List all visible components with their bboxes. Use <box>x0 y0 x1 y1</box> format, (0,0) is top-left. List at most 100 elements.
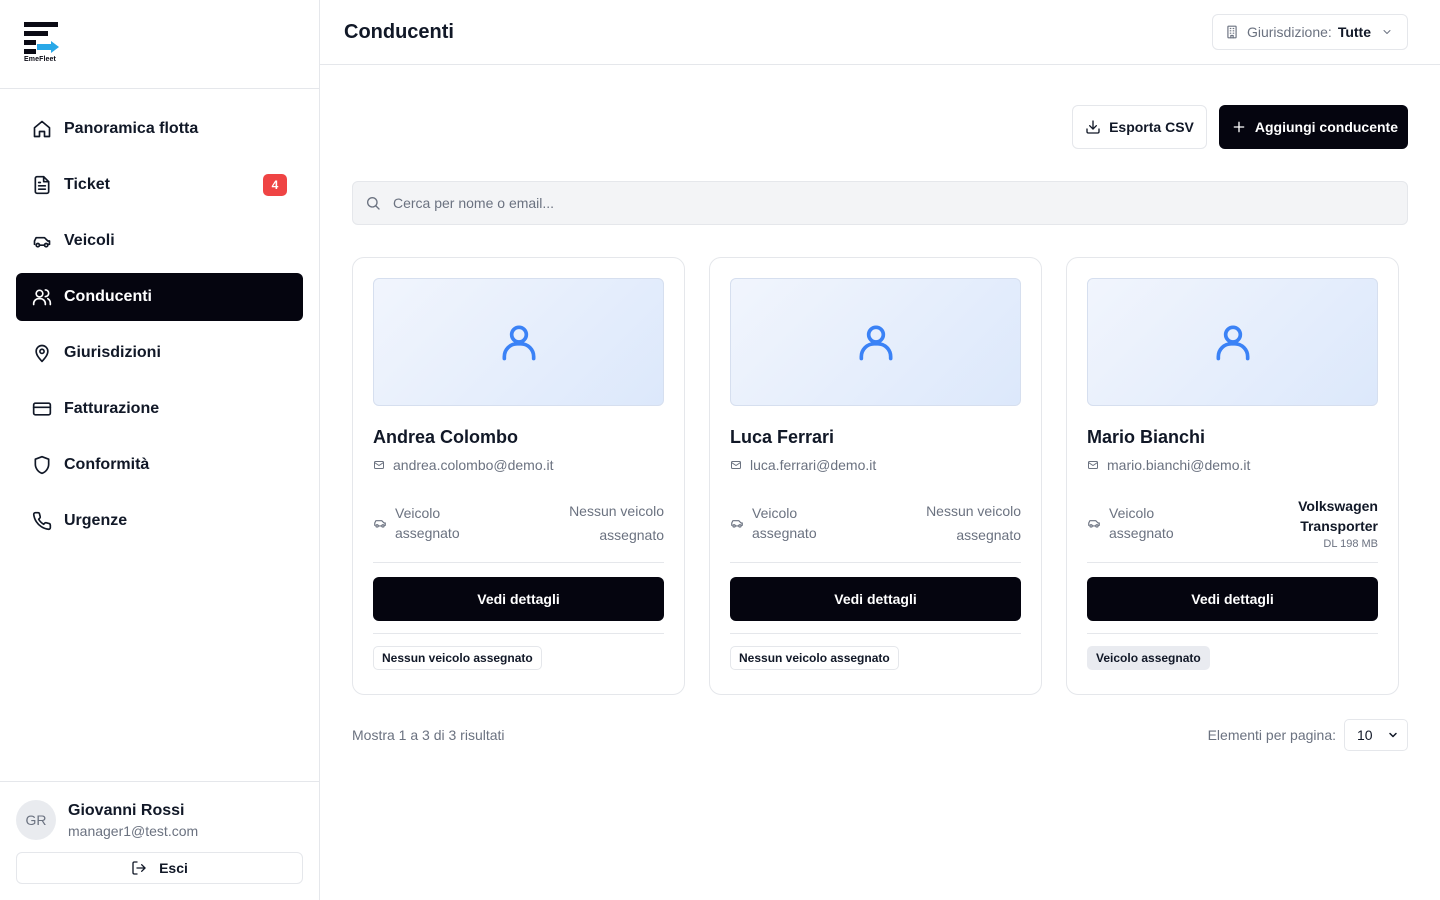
search-icon <box>367 197 380 210</box>
sidebar-item-label: Urgenze <box>64 512 128 529</box>
sidebar-item-fatturazione[interactable]: Fatturazione <box>16 385 303 433</box>
vehicle-value: Nessun veicolo assegnato <box>926 502 1021 543</box>
user-icon <box>859 325 892 361</box>
plus-icon <box>1233 121 1245 133</box>
per-page-control: Elementi per pagina: 10 <box>1208 719 1408 751</box>
driver-card: Andrea Colombo andrea.colombo@demo.it Ve… <box>352 257 685 695</box>
user-panel: GR Giovanni Rossi manager1@test.com Esci <box>0 781 319 900</box>
toolbar: Esporta CSV Aggiungi conducente <box>352 105 1408 149</box>
driver-email-text: luca.ferrari@demo.it <box>750 457 877 473</box>
sidebar-nav: Panoramica flotta Ticket 4 Veicoli Condu… <box>0 89 319 781</box>
search-bar <box>352 181 1408 225</box>
pagination-info: Mostra 1 a 3 di 3 risultati <box>352 727 505 743</box>
view-details-button[interactable]: Vedi dettagli <box>730 577 1021 621</box>
sidebar-item-giurisdizioni[interactable]: Giurisdizioni <box>16 329 303 377</box>
sidebar-item-panoramica[interactable]: Panoramica flotta <box>16 105 303 153</box>
driver-cards: Andrea Colombo andrea.colombo@demo.it Ve… <box>352 257 1408 695</box>
view-details-button[interactable]: Vedi dettagli <box>373 577 664 621</box>
ticket-count-badge: 4 <box>263 174 287 196</box>
mail-icon <box>731 461 741 469</box>
car-icon <box>1088 519 1100 528</box>
driver-email: andrea.colombo@demo.it <box>373 457 664 473</box>
card-footer: Nessun veicolo assegnato <box>373 633 664 670</box>
download-icon <box>1086 120 1100 134</box>
card-footer: Nessun veicolo assegnato <box>730 633 1021 670</box>
vehicle-row: Veicolo assegnato Nessun veicolo assegna… <box>730 493 1021 563</box>
add-driver-button[interactable]: Aggiungi conducente <box>1218 105 1408 149</box>
driver-email-text: mario.bianchi@demo.it <box>1107 457 1251 473</box>
vehicle-label: Veicolo assegnato <box>395 504 460 541</box>
jurisdiction-select[interactable]: Giurisdizione: Tutte <box>1211 14 1408 50</box>
main-area: Conducenti Giurisdizione: Tutte Esporta … <box>320 0 1440 900</box>
topbar: Conducenti Giurisdizione: Tutte <box>320 0 1440 65</box>
shield-icon <box>32 455 52 475</box>
pagination: Mostra 1 a 3 di 3 risultati Elementi per… <box>352 719 1408 751</box>
driver-photo-placeholder <box>730 278 1021 406</box>
users-icon <box>32 287 52 307</box>
vehicle-row: Veicolo assegnato Volkswagen Transporter… <box>1087 493 1378 563</box>
user-icon <box>1216 325 1249 361</box>
driver-photo-placeholder <box>1087 278 1378 406</box>
vehicle-value: Nessun veicolo assegnato <box>569 502 664 543</box>
sidebar-item-veicoli[interactable]: Veicoli <box>16 217 303 265</box>
search-input[interactable] <box>393 195 1293 211</box>
building-icon <box>1227 25 1237 39</box>
per-page-label: Elementi per pagina: <box>1207 727 1336 743</box>
driver-email-text: andrea.colombo@demo.it <box>393 457 554 473</box>
sidebar: EmeFleet Panoramica flotta Ticket 4 Veic… <box>0 0 320 900</box>
driver-card: Luca Ferrari luca.ferrari@demo.it Veicol… <box>709 257 1042 695</box>
add-driver-label: Aggiungi conducente <box>1254 119 1398 135</box>
per-page-select[interactable]: 10 <box>1344 719 1408 751</box>
app-root: EmeFleet Panoramica flotta Ticket 4 Veic… <box>0 0 1440 900</box>
driver-photo-placeholder <box>373 278 664 406</box>
driver-name: Andrea Colombo <box>373 427 519 447</box>
vehicle-plate: DL 198 MB <box>1323 537 1378 550</box>
driver-email: luca.ferrari@demo.it <box>730 457 1021 473</box>
sidebar-item-label: Veicoli <box>64 232 115 249</box>
user-email: manager1@test.com <box>68 822 199 839</box>
sidebar-item-conformita[interactable]: Conformità <box>16 441 303 489</box>
chevron-down-icon <box>1383 30 1391 34</box>
car-icon <box>731 519 743 528</box>
status-badge: Veicolo assegnato <box>1087 646 1210 670</box>
sidebar-item-label: Giurisdizioni <box>64 344 161 361</box>
status-badge: Nessun veicolo assegnato <box>730 646 899 670</box>
car-icon <box>374 519 386 528</box>
export-csv-label: Esporta CSV <box>1109 119 1194 135</box>
driver-card: Mario Bianchi mario.bianchi@demo.it Veic… <box>1066 257 1399 695</box>
sidebar-item-ticket[interactable]: Ticket 4 <box>16 161 303 209</box>
sidebar-item-label: Conformità <box>64 456 150 473</box>
page-title: Conducenti <box>344 20 454 43</box>
vehicle-value: Volkswagen Transporter <box>1298 497 1378 534</box>
vehicle-label: Veicolo assegnato <box>1109 504 1174 541</box>
logout-icon <box>132 861 146 875</box>
logout-button[interactable]: Esci <box>16 852 303 884</box>
home-icon <box>32 119 52 139</box>
driver-name: Mario Bianchi <box>1087 427 1206 447</box>
sidebar-item-label: Panoramica flotta <box>64 120 199 137</box>
user-name: Giovanni Rossi <box>68 801 185 819</box>
phone-icon <box>32 511 52 531</box>
avatar: GR <box>16 800 56 840</box>
user-info: GR Giovanni Rossi manager1@test.com <box>16 800 303 840</box>
vehicle-label: Veicolo assegnato <box>752 504 817 541</box>
sidebar-item-conducenti[interactable]: Conducenti <box>16 273 303 321</box>
sidebar-item-urgenze[interactable]: Urgenze <box>16 497 303 545</box>
map-pin-icon <box>32 343 52 363</box>
credit-card-icon <box>32 399 52 419</box>
jurisdiction-label: Giurisdizione: <box>1246 24 1332 40</box>
sidebar-item-label: Fatturazione <box>64 400 160 417</box>
sidebar-item-label: Conducenti <box>64 288 152 305</box>
export-csv-button[interactable]: Esporta CSV <box>1072 105 1207 149</box>
mail-icon <box>1088 461 1098 469</box>
jurisdiction-value: Tutte <box>1337 24 1371 40</box>
user-icon <box>502 325 535 361</box>
content: Esporta CSV Aggiungi conducente Andrea C… <box>320 65 1440 751</box>
chevron-down-icon <box>1389 732 1397 738</box>
view-details-button[interactable]: Vedi dettagli <box>1087 577 1378 621</box>
driver-email: mario.bianchi@demo.it <box>1087 457 1378 473</box>
emefleet-logo[interactable]: EmeFleet <box>24 22 60 64</box>
logout-label: Esci <box>159 860 188 876</box>
brand: EmeFleet <box>0 0 319 89</box>
card-footer: Veicolo assegnato <box>1087 633 1378 670</box>
